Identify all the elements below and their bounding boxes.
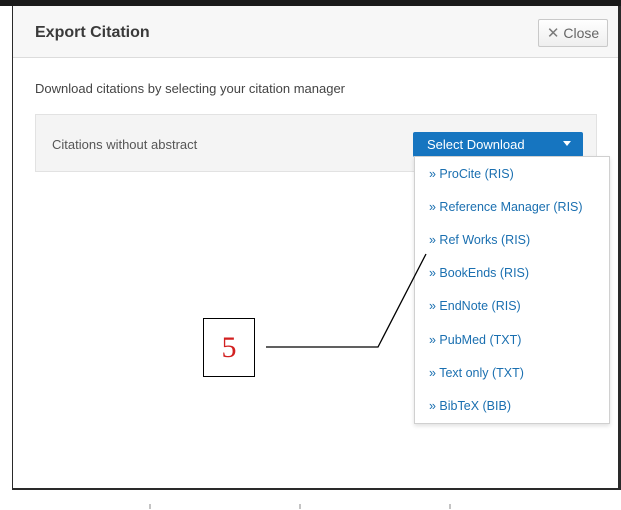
bottom-tick-marks [149, 504, 451, 509]
annotation-callout: 5 [203, 318, 255, 377]
annotation-line [266, 253, 427, 348]
annotation-pointer [266, 253, 427, 348]
annotation-number: 5 [221, 330, 237, 364]
